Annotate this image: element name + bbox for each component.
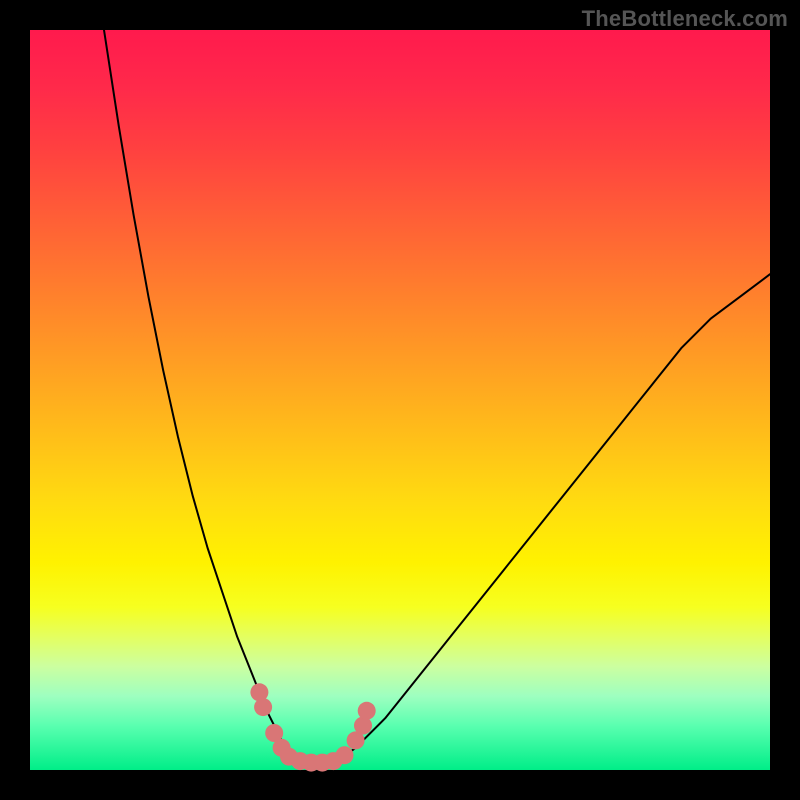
curve-right-branch — [341, 274, 770, 759]
data-marker — [358, 702, 376, 720]
lines-layer — [104, 30, 770, 763]
curve-left-branch — [104, 30, 296, 759]
chart-container: TheBottleneck.com — [0, 0, 800, 800]
data-marker — [336, 746, 354, 764]
watermark-text: TheBottleneck.com — [582, 6, 788, 32]
markers-layer — [250, 683, 375, 771]
chart-svg — [30, 30, 770, 770]
data-marker — [254, 698, 272, 716]
plot-area — [30, 30, 770, 770]
